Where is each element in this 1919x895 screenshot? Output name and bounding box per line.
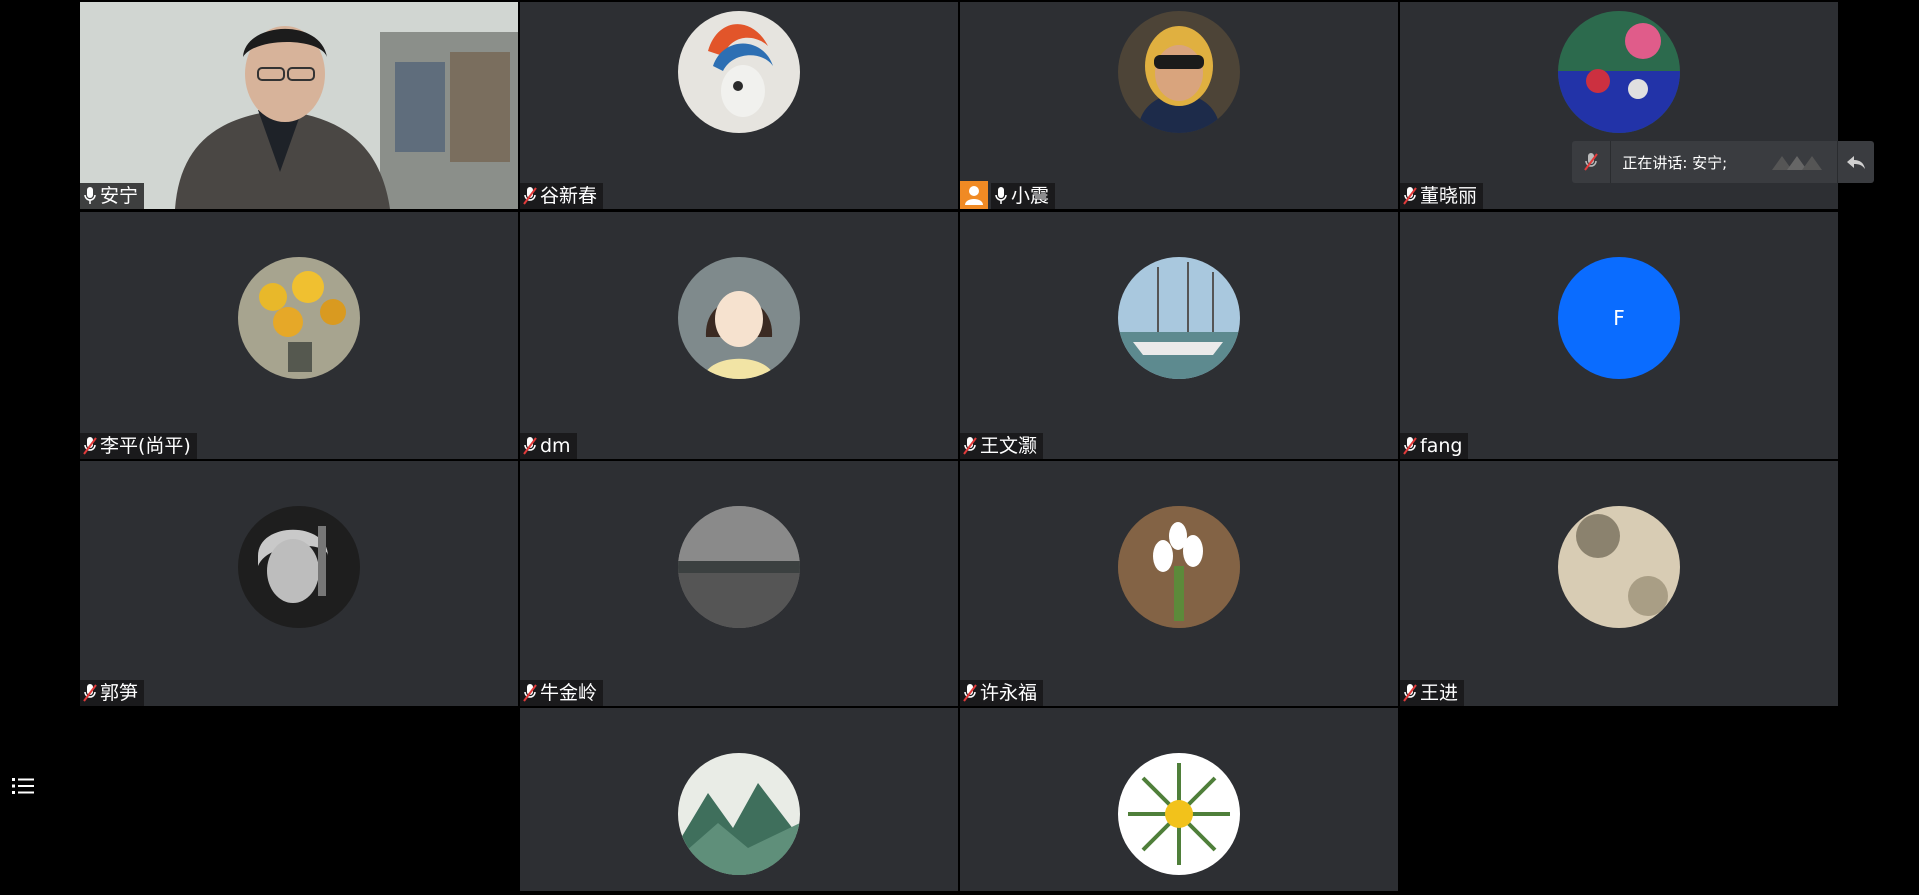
- muted-mic-icon: [83, 437, 97, 455]
- participant-name-tag: 小震: [991, 183, 1056, 209]
- participant-name-tag: 董晓丽: [1400, 183, 1484, 209]
- participant-tile[interactable]: F fang: [1400, 212, 1838, 459]
- participant-name: fang: [1420, 435, 1463, 457]
- participant-video: [80, 2, 518, 209]
- participant-name: dm: [540, 435, 571, 457]
- participant-name: 李平(尚平): [100, 435, 191, 457]
- avatar: [238, 506, 360, 628]
- participant-tile[interactable]: [520, 708, 958, 891]
- mic-icon: [995, 187, 1007, 204]
- participant-tile-anning[interactable]: 安宁: [80, 2, 518, 209]
- participant-name: 安宁: [100, 185, 139, 207]
- participant-tile[interactable]: 王文灏: [960, 212, 1398, 459]
- muted-mic-icon: [1403, 684, 1417, 702]
- participant-name-tag: fang: [1400, 433, 1469, 459]
- speaker-thumbnails: [1767, 152, 1837, 172]
- list-icon[interactable]: [8, 771, 38, 801]
- participant-name: 牛金岭: [540, 682, 598, 704]
- participant-tile[interactable]: 谷新春: [520, 2, 958, 209]
- avatar: [238, 257, 360, 379]
- participant-name-tag: 谷新春: [520, 183, 604, 209]
- muted-mic-icon: [1403, 187, 1417, 205]
- avatar: [678, 753, 800, 875]
- participant-name: 谷新春: [540, 185, 598, 207]
- participant-name: 王进: [1420, 682, 1459, 704]
- participant-name-tag: 许永福: [960, 680, 1044, 706]
- active-speaker-panel[interactable]: 正在讲话: 安宁;: [1572, 141, 1874, 183]
- muted-mic-icon: [523, 437, 537, 455]
- participant-tile[interactable]: 小震: [960, 2, 1398, 209]
- muted-mic-icon: [963, 437, 977, 455]
- avatar: [1118, 257, 1240, 379]
- participant-name-tag: 牛金岭: [520, 680, 604, 706]
- avatar: [1558, 11, 1680, 133]
- muted-mic-icon: [523, 187, 537, 205]
- muted-mic-icon: [83, 684, 97, 702]
- participant-name-tag: 王文灏: [960, 433, 1044, 459]
- host-badge-icon: [960, 181, 988, 209]
- muted-mic-icon[interactable]: [1572, 141, 1612, 183]
- avatar-initial: F: [1613, 306, 1625, 330]
- participant-name-tag: 王进: [1400, 680, 1465, 706]
- meeting-gallery-view: 安宁 谷新春 小震 董晓丽 李平(尚平) dm 王文灏 F fang 郭笋 牛金…: [0, 0, 1919, 895]
- participant-tile[interactable]: 王进: [1400, 461, 1838, 706]
- participant-name: 王文灏: [980, 435, 1038, 457]
- participant-name: 小震: [1011, 185, 1050, 207]
- participant-tile[interactable]: 牛金岭: [520, 461, 958, 706]
- participant-tile[interactable]: dm: [520, 212, 958, 459]
- mic-icon: [84, 187, 96, 204]
- avatar: [1558, 506, 1680, 628]
- avatar: [678, 257, 800, 379]
- letter-avatar: F: [1558, 257, 1680, 379]
- avatar: [1118, 11, 1240, 133]
- participant-name-tag: 李平(尚平): [80, 433, 197, 459]
- active-speaker-text: 正在讲话: 安宁;: [1622, 153, 1728, 172]
- avatar: [1118, 753, 1240, 875]
- participant-name: 董晓丽: [1420, 185, 1478, 207]
- participant-tile[interactable]: 李平(尚平): [80, 212, 518, 459]
- avatar: [1118, 506, 1240, 628]
- muted-mic-icon: [963, 684, 977, 702]
- participant-tile[interactable]: 许永福: [960, 461, 1398, 706]
- muted-mic-icon: [1403, 437, 1417, 455]
- participant-name: 郭笋: [100, 682, 139, 704]
- participant-name-tag: dm: [520, 433, 577, 459]
- muted-mic-icon: [523, 684, 537, 702]
- participant-tile[interactable]: 郭笋: [80, 461, 518, 706]
- reply-arrow-icon[interactable]: [1836, 141, 1874, 183]
- participant-name-tag: 郭笋: [80, 680, 145, 706]
- avatar: [678, 506, 800, 628]
- participant-tile[interactable]: [960, 708, 1398, 891]
- avatar: [678, 11, 800, 133]
- participant-name-tag: 安宁: [80, 183, 145, 209]
- participant-name: 许永福: [980, 682, 1038, 704]
